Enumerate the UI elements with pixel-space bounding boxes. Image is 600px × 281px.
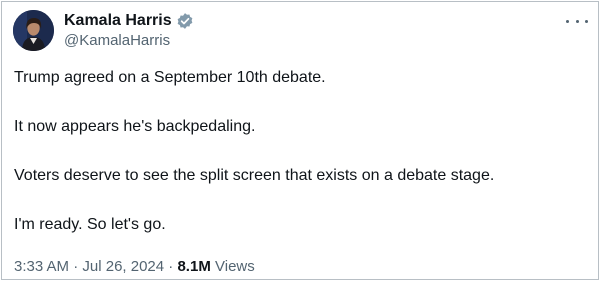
meta-separator: ·	[168, 258, 174, 275]
tweet-text: Trump agreed on a September 10th debate.…	[14, 68, 584, 264]
display-name[interactable]: Kamala Harris	[64, 11, 172, 31]
views-count[interactable]: 8.1M	[177, 258, 210, 275]
tweet-paragraph: Voters deserve to see the split screen t…	[14, 167, 495, 184]
views-label: Views	[215, 258, 255, 275]
meta-separator: ·	[73, 258, 79, 275]
tweet-paragraph: I'm ready. So let's go.	[14, 216, 166, 233]
user-handle[interactable]: @KamalaHarris	[64, 32, 170, 50]
tweet-meta: 3:33 AM · Jul 26, 2024 · 8.1M Views	[14, 258, 255, 276]
avatar-image	[13, 10, 54, 51]
tweet-paragraph: It now appears he's backpedaling.	[14, 118, 256, 135]
more-options-icon[interactable]	[566, 15, 588, 27]
dot	[566, 19, 569, 23]
avatar[interactable]	[13, 10, 54, 51]
tweet-time[interactable]: 3:33 AM	[14, 258, 69, 275]
author-name-row: Kamala Harris	[64, 11, 194, 31]
tweet-date[interactable]: Jul 26, 2024	[82, 258, 164, 275]
dot	[575, 19, 579, 23]
verified-badge-icon[interactable]	[176, 12, 194, 30]
dot	[585, 19, 588, 23]
tweet-paragraph: Trump agreed on a September 10th debate.	[14, 69, 326, 86]
tweet-card: Kamala Harris @KamalaHarris Trump agreed…	[1, 1, 599, 280]
